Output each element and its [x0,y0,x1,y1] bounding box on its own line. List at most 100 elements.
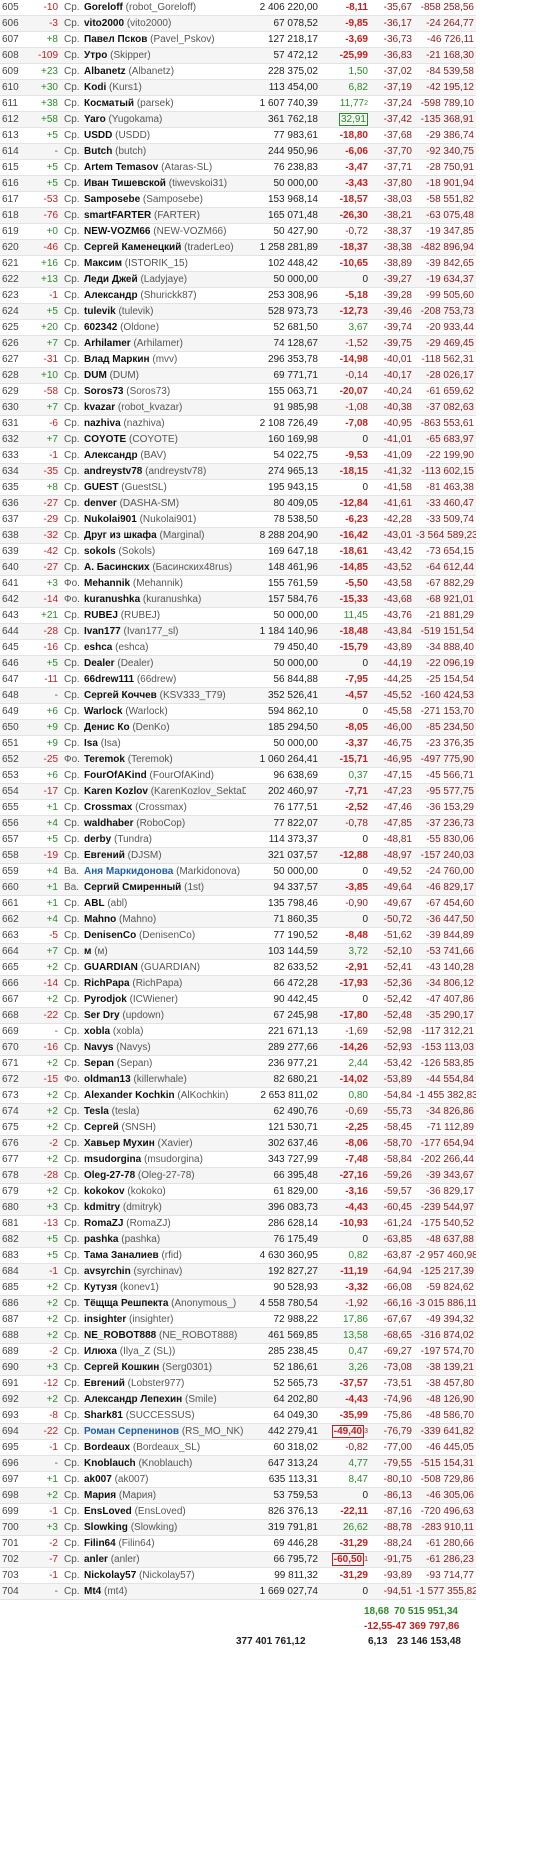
participant-name-link[interactable]: Евгений [84,850,125,861]
participant-name-link[interactable]: Albanetz [84,66,126,77]
participant-name-link[interactable]: NEW-VOZM66 [84,226,150,237]
participant-name-link[interactable]: kuranushka [84,594,140,605]
participant-name-link[interactable]: Goreloff [84,2,123,13]
participant-name-link[interactable]: Сергий Смиренный [84,882,181,893]
participant-name-link[interactable]: Butch [84,146,112,157]
participant-name-link[interactable]: Yaro [84,114,106,125]
participant-name-link[interactable]: Kodi [84,82,106,93]
participant-name-link[interactable]: Сергей Коччев [84,690,157,701]
participant-name-link[interactable]: andreystv78 [84,466,142,477]
participant-name-link[interactable]: NE_ROBOT888 [84,1330,156,1341]
participant-name-link[interactable]: nazhiva [84,418,121,429]
participant-name-link[interactable]: oldman13 [84,1074,131,1085]
participant-name-link[interactable]: Хавьер Мухин [84,1138,155,1149]
participant-name-link[interactable]: 602342 [84,322,117,333]
participant-name-link[interactable]: Косматый [84,98,134,109]
participant-name-link[interactable]: 66drew111 [84,674,134,685]
participant-name-link[interactable]: Artem Temasov [84,162,158,173]
participant-name-link[interactable]: Nukolai901 [84,514,137,525]
participant-name-link[interactable]: Oleg-27-78 [84,1170,135,1181]
participant-name-link[interactable]: Mahno [84,914,116,925]
participant-name-link[interactable]: DenisenCo [84,930,136,941]
participant-name-link[interactable]: Arhilamer [84,338,131,349]
participant-name-link[interactable]: Роман Серпенинов [84,1426,179,1437]
participant-name-link[interactable]: м [84,946,91,957]
participant-name-link[interactable]: Nickolay57 [84,1570,136,1581]
participant-name-link[interactable]: Warlock [84,706,123,717]
participant-name-link[interactable]: msudorgina [84,1154,141,1165]
participant-name-link[interactable]: Mt4 [84,1586,101,1597]
participant-name-link[interactable]: Александр [84,290,138,301]
participant-name-link[interactable]: denver [84,498,117,509]
participant-name-link[interactable]: Knoblauch [84,1458,136,1469]
participant-name-link[interactable]: Сергей [84,1122,119,1133]
participant-name-link[interactable]: Аня Маркидонова [84,866,173,877]
participant-name-link[interactable]: FourOfAKind [84,770,147,781]
participant-name-link[interactable]: Bordeaux [84,1442,130,1453]
participant-name-link[interactable]: kokokov [84,1186,125,1197]
participant-name-link[interactable]: anler [84,1554,108,1565]
participant-name-link[interactable]: Alexander Kochkin [84,1090,175,1101]
participant-name-link[interactable]: COYOTE [84,434,126,445]
participant-name-link[interactable]: Mehannik [84,578,130,589]
participant-name-link[interactable]: Александр Лепехин [84,1394,182,1405]
participant-name-link[interactable]: Shark81 [84,1410,123,1421]
participant-name-link[interactable]: Влад Маркин [84,354,150,365]
participant-name-link[interactable]: А. Басинских [84,562,150,573]
participant-name-link[interactable]: waldhaber [84,818,133,829]
participant-name-link[interactable]: Сергей Каменецкий [84,242,181,253]
participant-name-link[interactable]: Тама Заналиев [84,1250,159,1261]
participant-name-link[interactable]: Сергей Кошкин [84,1362,159,1373]
participant-name-link[interactable]: vito2000 [84,18,124,29]
participant-name-link[interactable]: Ser Dry [84,1010,120,1021]
participant-name-link[interactable]: Павел Псков [84,34,147,45]
participant-name-link[interactable]: Иван Тишевской [84,178,166,189]
participant-name-link[interactable]: Илюха [84,1346,117,1357]
participant-name-link[interactable]: Crossmax [84,802,132,813]
participant-name-link[interactable]: EnsLoved [84,1506,132,1517]
participant-name-link[interactable]: Navys [84,1042,113,1053]
participant-name-link[interactable]: Tesla [84,1106,109,1117]
participant-name-link[interactable]: kdmitry [84,1202,120,1213]
participant-name-link[interactable]: USDD [84,130,112,141]
participant-name-link[interactable]: GUEST [84,482,118,493]
participant-name-link[interactable]: Samposebe [84,194,140,205]
participant-name-link[interactable]: Леди Джей [84,274,138,285]
participant-name-link[interactable]: sokols [84,546,116,557]
participant-name-link[interactable]: Dealer [84,658,115,669]
participant-name-link[interactable]: RichPapa [84,978,130,989]
participant-name-link[interactable]: avsyrchin [84,1266,131,1277]
participant-name-link[interactable]: tulevik [84,306,116,317]
participant-name-link[interactable]: RUBEJ [84,610,118,621]
participant-name-link[interactable]: Isa [84,738,98,749]
participant-name-link[interactable]: Кутузя [84,1282,117,1293]
participant-name-link[interactable]: GUARDIAN [84,962,138,973]
participant-name-link[interactable]: Александр [84,450,138,461]
participant-name-link[interactable]: Утро [84,50,107,61]
participant-name-link[interactable]: eshca [84,642,112,653]
participant-name-link[interactable]: Денис Ко [84,722,130,733]
participant-name-link[interactable]: kvazar [84,402,115,413]
participant-name-link[interactable]: Мария [84,1490,116,1501]
participant-name-link[interactable]: ABL [84,898,105,909]
participant-name-link[interactable]: Sepan [84,1058,114,1069]
participant-name-link[interactable]: Soros73 [84,386,123,397]
participant-name-link[interactable]: RomaZJ [84,1218,123,1229]
participant-name-link[interactable]: Slowking [84,1522,128,1533]
participant-name-link[interactable]: Ivan177 [84,626,121,637]
participant-name-link[interactable]: Pyrodjok [84,994,127,1005]
participant-name-link[interactable]: Тёщща Решпекта [84,1298,168,1309]
participant-name-link[interactable]: smartFARTER [84,210,151,221]
participant-name-link[interactable]: Друг из шкафа [84,530,157,541]
participant-name-link[interactable]: derby [84,834,111,845]
participant-name-link[interactable]: Евгений [84,1378,125,1389]
participant-name-link[interactable]: Karen Kozlov [84,786,148,797]
participant-name-link[interactable]: pashka [84,1234,118,1245]
participant-name-link[interactable]: ak007 [84,1474,112,1485]
participant-name-link[interactable]: DUM [84,370,107,381]
participant-name-link[interactable]: Filin64 [84,1538,116,1549]
participant-name-link[interactable]: xobla [84,1026,110,1037]
participant-name-link[interactable]: Teremok [84,754,125,765]
participant-name-link[interactable]: insighter [84,1314,126,1325]
participant-name-link[interactable]: Максим [84,258,122,269]
